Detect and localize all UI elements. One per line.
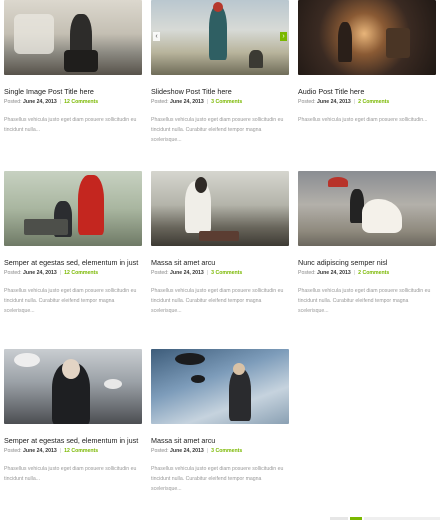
post-date: June 24, 2013: [23, 99, 57, 105]
post-excerpt: Phasellus vehicula justo eget diam posue…: [151, 466, 284, 492]
post-date: June 24, 2013: [170, 448, 204, 454]
meta-separator: |: [353, 99, 356, 105]
post-card: Audio Post Title here Posted: June 24, 2…: [298, 0, 436, 125]
post-meta: Posted: June 24, 2013 | 12 Comments: [4, 99, 142, 106]
posted-label: Posted:: [151, 448, 169, 454]
meta-separator: |: [353, 270, 356, 276]
comments-link[interactable]: 12 Comments: [64, 448, 98, 454]
post-meta: Posted: June 24, 2013 | 2 Comments: [298, 99, 436, 106]
post-title[interactable]: Semper at egestas sed, elementum in just: [4, 258, 142, 267]
comments-link[interactable]: 12 Comments: [64, 99, 98, 105]
post-date: June 24, 2013: [170, 270, 204, 276]
post-meta: Posted: June 24, 2013 | 12 Comments: [4, 448, 142, 455]
post-excerpt: Phasellus vehicula justo eget diam posue…: [151, 117, 284, 143]
meta-separator: |: [59, 270, 62, 276]
post-card: Semper at egestas sed, elementum in just…: [4, 171, 142, 316]
post-thumbnail[interactable]: [151, 171, 289, 246]
post-title[interactable]: Slideshow Post Title here: [151, 87, 289, 96]
post-excerpt: Phasellus vehicula justo eget diam posue…: [4, 117, 137, 133]
post-excerpt: Phasellus vehicula justo eget diam posue…: [151, 288, 284, 314]
comments-link[interactable]: 3 Comments: [211, 99, 242, 105]
post-title[interactable]: Massa sit amet arcu: [151, 258, 289, 267]
chevron-left-icon[interactable]: ‹: [153, 32, 160, 41]
post-date: June 24, 2013: [23, 448, 57, 454]
posted-label: Posted:: [151, 99, 169, 105]
post-meta: Posted: June 24, 2013 | 3 Comments: [151, 448, 289, 455]
post-date: June 24, 2013: [317, 99, 351, 105]
posted-label: Posted:: [4, 270, 22, 276]
comments-link[interactable]: 2 Comments: [358, 99, 389, 105]
post-title[interactable]: Massa sit amet arcu: [151, 436, 289, 445]
post-date: June 24, 2013: [23, 270, 57, 276]
post-excerpt: Phasellus vehicula justo eget diam posue…: [298, 288, 431, 314]
meta-separator: |: [206, 99, 209, 105]
posted-label: Posted:: [298, 270, 316, 276]
post-card: Massa sit amet arcu Posted: June 24, 201…: [151, 349, 289, 494]
post-thumbnail[interactable]: [298, 0, 436, 75]
post-excerpt: Phasellus vehicula justo eget diam posue…: [4, 466, 137, 482]
post-card: Massa sit amet arcu Posted: June 24, 201…: [151, 171, 289, 316]
post-meta: Posted: June 24, 2013 | 3 Comments: [151, 99, 289, 106]
post-date: June 24, 2013: [317, 270, 351, 276]
post-card: Nunc adipiscing semper nisl Posted: June…: [298, 171, 436, 316]
posted-label: Posted:: [151, 270, 169, 276]
post-thumbnail[interactable]: [4, 171, 142, 246]
post-thumbnail[interactable]: [151, 349, 289, 424]
meta-separator: |: [206, 270, 209, 276]
comments-link[interactable]: 3 Comments: [211, 448, 242, 454]
post-meta: Posted: June 24, 2013 | 3 Comments: [151, 270, 289, 277]
post-title[interactable]: Nunc adipiscing semper nisl: [298, 258, 436, 267]
post-thumbnail[interactable]: [4, 349, 142, 424]
post-date: June 24, 2013: [170, 99, 204, 105]
comments-link[interactable]: 3 Comments: [211, 270, 242, 276]
posted-label: Posted:: [4, 448, 22, 454]
posted-label: Posted:: [4, 99, 22, 105]
meta-separator: |: [206, 448, 209, 454]
post-excerpt: Phasellus vehicula justo eget diam posue…: [298, 117, 428, 123]
post-title[interactable]: Single Image Post Title here: [4, 87, 142, 96]
comments-link[interactable]: 2 Comments: [358, 270, 389, 276]
post-card: Single Image Post Title here Posted: Jun…: [4, 0, 142, 135]
post-title[interactable]: Audio Post Title here: [298, 87, 436, 96]
meta-separator: |: [59, 448, 62, 454]
post-thumbnail[interactable]: [4, 0, 142, 75]
chevron-right-icon[interactable]: ›: [280, 32, 287, 41]
post-card: Semper at egestas sed, elementum in just…: [4, 349, 142, 484]
post-thumbnail[interactable]: [298, 171, 436, 246]
comments-link[interactable]: 12 Comments: [64, 270, 98, 276]
post-thumbnail[interactable]: ‹ ›: [151, 0, 289, 75]
post-title[interactable]: Semper at egestas sed, elementum in just: [4, 436, 142, 445]
post-excerpt: Phasellus vehicula justo eget diam posue…: [4, 288, 137, 314]
post-meta: Posted: June 24, 2013 | 12 Comments: [4, 270, 142, 277]
post-card: ‹ › Slideshow Post Title here Posted: Ju…: [151, 0, 289, 145]
post-meta: Posted: June 24, 2013 | 2 Comments: [298, 270, 436, 277]
meta-separator: |: [59, 99, 62, 105]
posted-label: Posted:: [298, 99, 316, 105]
